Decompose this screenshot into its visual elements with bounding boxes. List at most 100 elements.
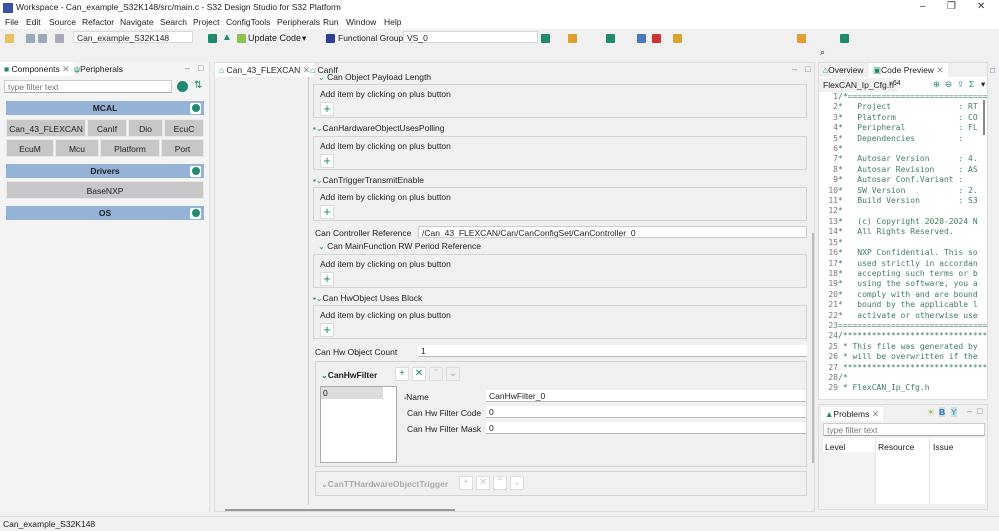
component-can43flexcan[interactable]: Can_43_FLEXCAN [6, 119, 86, 137]
menu-source[interactable]: Source [49, 17, 76, 27]
zoom-out-icon[interactable]: ⊖ [945, 79, 952, 90]
horizontal-scrollbar[interactable] [225, 509, 455, 511]
filter-mask-field[interactable]: 0 [486, 422, 806, 434]
back-icon[interactable] [797, 34, 806, 43]
group-mcal[interactable]: MCAL [6, 101, 204, 115]
warning-icon[interactable]: ▲ [222, 32, 232, 43]
component-port[interactable]: Port [161, 139, 204, 157]
canhwfilter-header[interactable]: ⌄CanHwFilter [321, 370, 377, 380]
close-button[interactable]: ✕ [977, 1, 985, 12]
perspective-icon[interactable] [840, 34, 849, 43]
controller-ref-field[interactable]: /Can_43_FLEXCAN/Can/CanConfigSet/CanCont… [418, 226, 807, 238]
component-dio[interactable]: Dio [128, 119, 163, 137]
add-button[interactable]: + [320, 323, 334, 337]
add-button[interactable]: + [320, 272, 334, 286]
undo-icon[interactable] [568, 34, 577, 43]
dropdown-arrow-icon[interactable]: ▾ [302, 33, 306, 44]
section-trigger-transmit[interactable]: ▪⌄CanTriggerTransmitEnable [313, 175, 424, 185]
component-basenxp[interactable]: BaseNXP [6, 181, 204, 199]
filter-icon[interactable]: Y [951, 407, 957, 417]
menu-navigate[interactable]: Navigate [120, 17, 154, 27]
search-icon[interactable]: ⌕ [820, 47, 825, 58]
add-component-icon[interactable] [177, 81, 188, 92]
minimize-editor-button[interactable]: – [792, 64, 797, 74]
menu-peripherals[interactable]: Peripherals [277, 17, 320, 27]
add-button[interactable]: + [459, 476, 473, 490]
sort-icon[interactable]: ⇅ [194, 80, 202, 91]
maximize-button[interactable]: ❐ [947, 1, 956, 12]
component-mcu[interactable]: Mcu [55, 139, 99, 157]
add-icon[interactable] [190, 165, 201, 177]
debug-icon[interactable] [637, 34, 646, 43]
functional-group-select[interactable]: VS_0 [403, 31, 538, 43]
filter-list[interactable]: 0 [320, 386, 397, 463]
restore-icon[interactable]: □ [990, 65, 995, 75]
section-uses-block[interactable]: ▪⌄Can HwObject Uses Block [313, 293, 422, 303]
tab-code-preview[interactable]: ▣Code Preview ✕ [869, 63, 948, 77]
maximize-view-button[interactable]: □ [198, 63, 203, 73]
tt-trigger-header[interactable]: ⌄CanTTHardwareObjectTrigger [321, 479, 448, 489]
tab-file[interactable]: FlexCAN_Ip_Cfg.h [819, 78, 898, 92]
new-icon[interactable] [5, 34, 14, 43]
menu-project[interactable]: Project [193, 17, 219, 27]
update-code-button[interactable]: Update Code [248, 33, 301, 43]
hw-object-count-field[interactable]: 1 [418, 345, 807, 357]
menu-window[interactable]: Window [346, 17, 376, 27]
menu-file[interactable]: File [5, 17, 19, 27]
zoom-in-icon[interactable]: ⊕ [933, 79, 940, 90]
maximize-editor-button[interactable]: □ [805, 64, 810, 74]
tab-can43flexcan[interactable]: ⌂ Can_43_FLEXCAN ✕ [215, 63, 315, 77]
more-tabs[interactable]: »64 [889, 80, 901, 87]
add-icon[interactable] [190, 207, 201, 219]
minimize-problems-button[interactable]: – [967, 406, 972, 416]
add-button[interactable]: + [395, 367, 409, 381]
section-mainfunction-rw[interactable]: ⌄ Can MainFunction RW Period Reference [318, 241, 481, 251]
sigma-icon[interactable]: Σ [969, 79, 974, 89]
minimize-button[interactable]: – [920, 1, 926, 12]
b-filter-icon[interactable]: B [939, 407, 946, 417]
component-canif[interactable]: CanIf [87, 119, 127, 137]
remove-button[interactable]: ✕ [412, 367, 426, 381]
group-os[interactable]: OS [6, 206, 204, 220]
component-ecuc[interactable]: EcuC [164, 119, 204, 137]
component-platform[interactable]: Platform [100, 139, 160, 157]
lightbulb-icon[interactable]: ☀ [927, 407, 935, 418]
tab-problems[interactable]: ▲Problems ✕ [821, 407, 884, 421]
name-field[interactable]: CanHwFilter_0 [486, 390, 806, 402]
column-issue[interactable]: Issue [933, 442, 953, 452]
sort-icon[interactable] [606, 34, 615, 43]
project-selector[interactable]: Can_example_S32K148 [73, 31, 193, 43]
save-icon[interactable] [26, 34, 35, 43]
view-menu-icon[interactable]: ▾ [981, 79, 985, 90]
menu-configtools[interactable]: ConfigTools [226, 17, 270, 27]
group-drivers[interactable]: Drivers [6, 164, 204, 178]
run-icon[interactable] [652, 34, 661, 43]
menu-run[interactable]: Run [323, 17, 339, 27]
maximize-problems-button[interactable]: □ [977, 406, 982, 416]
tab-peripherals[interactable]: ψPeripherals [70, 62, 127, 76]
tab-overview[interactable]: ⌂Overview [819, 63, 868, 77]
add-button[interactable]: + [320, 205, 334, 219]
add-button[interactable]: + [320, 154, 334, 168]
menu-search[interactable]: Search [160, 17, 187, 27]
menu-help[interactable]: Help [384, 17, 401, 27]
export-icon[interactable]: ⇪ [957, 79, 964, 90]
section-uses-polling[interactable]: ▪⌄CanHardwareObjectUsesPolling [313, 123, 444, 133]
add-button[interactable]: + [320, 102, 334, 116]
component-ecum[interactable]: EcuM [6, 139, 54, 157]
list-item[interactable]: 0 [321, 387, 383, 399]
code-view[interactable]: 1/*==================================2* … [821, 92, 987, 394]
column-resource[interactable]: Resource [878, 442, 914, 452]
move-down-button[interactable]: ⌄ [510, 476, 524, 490]
problems-filter-input[interactable]: type filter text [823, 423, 985, 436]
column-level[interactable]: Level [825, 442, 845, 452]
add-icon[interactable] [190, 102, 201, 114]
move-down-button[interactable]: ⌄ [446, 367, 460, 381]
tool-icon[interactable] [673, 34, 682, 43]
minimize-view-button[interactable]: – [185, 63, 190, 73]
code-scrollbar[interactable] [983, 100, 985, 135]
print-icon[interactable] [55, 34, 64, 43]
components-filter-input[interactable]: type filter text [4, 80, 172, 93]
toolbar-tool-icon[interactable] [541, 34, 550, 43]
move-up-button[interactable]: ⌃ [493, 476, 507, 490]
